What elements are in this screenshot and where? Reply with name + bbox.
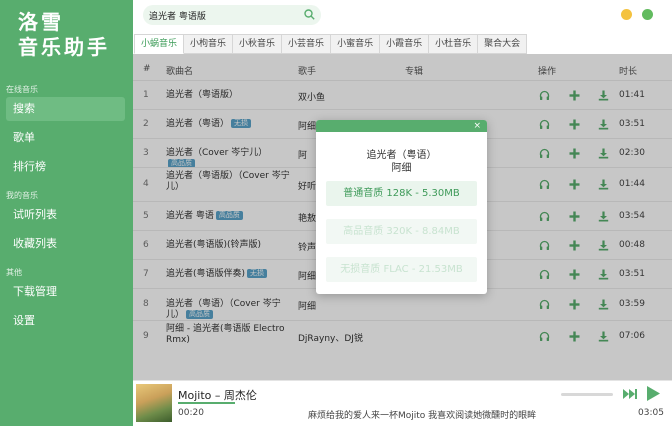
tab-4[interactable]: 小蜜音乐 <box>331 34 381 54</box>
player-lyric: 麻烦给我的爱人来一杯Mojito 我喜欢阅读她微醺时的眼眸 <box>308 411 537 421</box>
player-current-time: 00:20 <box>178 408 204 418</box>
tab-3[interactable]: 小芸音乐 <box>282 34 332 54</box>
player-bar: Mojito – 周杰伦 00:20 麻烦给我的爱人来一杯Mojito 我喜欢阅… <box>133 380 672 426</box>
logo-line-2: 音乐助手 <box>18 35 110 59</box>
modal-close-icon[interactable]: × <box>473 120 481 132</box>
sidebar-item-search[interactable]: 搜索 <box>6 97 125 121</box>
player-title: Mojito – 周杰伦 <box>178 389 257 402</box>
source-tabs: 小蜗音乐 小枸音乐 小秋音乐 小芸音乐 小蜜音乐 小霞音乐 小杜音乐 聚合大会 <box>134 34 528 54</box>
player-duration: 03:05 <box>638 408 664 418</box>
sidebar-item-songlist[interactable]: 歌单 <box>6 126 125 150</box>
quality-option-high[interactable]: 高品音质 320K - 8.84MB <box>326 219 477 244</box>
sidebar-item-download[interactable]: 下载管理 <box>6 280 125 304</box>
modal-header: × <box>316 120 487 132</box>
tab-5[interactable]: 小霞音乐 <box>380 34 430 54</box>
close-window-button[interactable] <box>642 9 653 20</box>
album-cover[interactable] <box>136 384 172 422</box>
next-track-icon[interactable] <box>622 387 638 404</box>
modal-song-artist: 阿细 <box>391 163 412 174</box>
play-icon[interactable] <box>645 385 661 405</box>
tab-2[interactable]: 小秋音乐 <box>233 34 283 54</box>
search-box[interactable]: 追光者 粤语版 <box>143 5 321 25</box>
section-online-label: 在线音乐 <box>6 85 38 94</box>
app-logo: 洛雪 音乐助手 <box>18 10 110 60</box>
sidebar-item-settings[interactable]: 设置 <box>6 309 125 333</box>
tab-0[interactable]: 小蜗音乐 <box>134 34 185 54</box>
tab-1[interactable]: 小枸音乐 <box>184 34 234 54</box>
minimize-button[interactable] <box>621 9 632 20</box>
sidebar-item-favorites[interactable]: 收藏列表 <box>6 232 125 256</box>
tab-6[interactable]: 小杜音乐 <box>429 34 479 54</box>
volume-slider[interactable] <box>561 393 613 396</box>
tab-7[interactable]: 聚合大会 <box>478 34 528 54</box>
quality-modal: × 追光者（粤语） 阿细 普通音质 128K - 5.30MB 高品音质 320… <box>316 120 487 294</box>
sidebar-item-leaderboard[interactable]: 排行榜 <box>6 155 125 179</box>
quality-option-lossless[interactable]: 无损音质 FLAC - 21.53MB <box>326 257 477 282</box>
quality-option-standard[interactable]: 普通音质 128K - 5.30MB <box>326 181 477 206</box>
section-mine-label: 我的音乐 <box>6 191 38 200</box>
logo-line-1: 洛雪 <box>18 10 64 34</box>
search-icon[interactable] <box>304 9 315 23</box>
search-input[interactable]: 追光者 粤语版 <box>149 9 206 22</box>
progress-bar[interactable] <box>178 402 235 404</box>
sidebar: 洛雪 音乐助手 在线音乐 搜索 歌单 排行榜 我的音乐 试听列表 收藏列表 其他… <box>0 0 133 426</box>
section-other-label: 其他 <box>6 268 22 277</box>
sidebar-item-trial-list[interactable]: 试听列表 <box>6 203 125 227</box>
